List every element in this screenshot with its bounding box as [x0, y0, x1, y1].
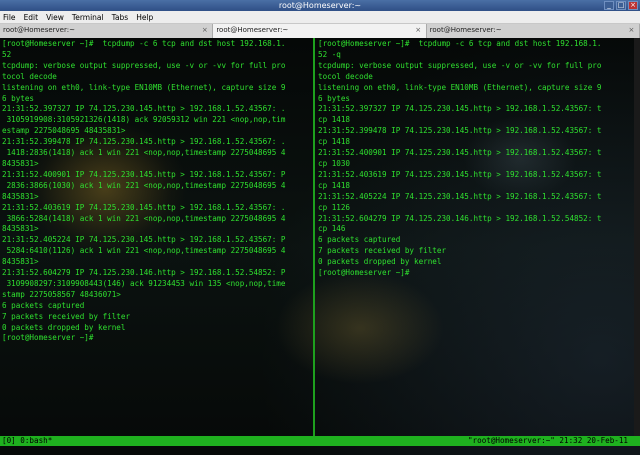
tab-3[interactable]: root@Homeserver:~ ×: [426, 24, 640, 38]
terminal-line: 2836:3866(1030) ack 1 win 221 <nop,nop,t…: [2, 180, 286, 190]
terminal-line: 6 packets captured: [318, 235, 401, 245]
tab-2[interactable]: root@Homeserver:~ ×: [213, 24, 427, 38]
terminal-line: 21:31:52.400901 IP 74.125.230.145.http >…: [2, 169, 286, 179]
terminal-line: 21:31:52.400901 IP 74.125.230.145.http >…: [318, 148, 602, 158]
terminal-line: 52: [2, 49, 12, 59]
terminal-line: tcpdump: verbose output suppressed, use …: [318, 60, 602, 70]
terminal-line: 21:31:52.397327 IP 74.125.230.145.http >…: [318, 104, 602, 114]
terminal-line: 7 packets received by filter: [318, 246, 447, 256]
maximize-button[interactable]: □: [616, 1, 626, 10]
tab-label: root@Homeserver:~: [429, 26, 502, 34]
close-window-button[interactable]: ×: [628, 1, 638, 10]
tab-label: root@Homeserver:~: [3, 26, 75, 34]
menu-help[interactable]: Help: [136, 13, 153, 22]
terminal-line: 5284:6410(1126) ack 1 win 221 <nop,nop,t…: [2, 246, 286, 256]
terminal-line: 21:31:52.397327 IP 74.125.230.145.http >…: [2, 104, 286, 114]
terminal-line: 3109908297:3109908443(146) ack 91234453 …: [2, 278, 286, 288]
terminal-line: 21:31:52.405224 IP 74.125.230.145.http >…: [318, 191, 602, 201]
terminal-line: 0 packets dropped by kernel: [318, 257, 442, 267]
terminal-line: [root@Homeserver ~]#: [318, 268, 415, 278]
terminal-line: 21:31:52.399478 IP 74.125.230.145.http >…: [318, 126, 602, 136]
window-controls: _ □ ×: [604, 1, 638, 10]
terminal-line: 21:31:52.405224 IP 74.125.230.145.http >…: [2, 235, 286, 245]
status-window-list: [0] 0:bash*: [2, 436, 53, 445]
window-title: root@Homeserver:~: [278, 1, 362, 10]
tab-close-icon[interactable]: ×: [414, 26, 423, 35]
tmux-status-bar: [0] 0:bash* "root@Homeserver:~" 21:32 20…: [0, 436, 640, 446]
terminal-line: 6 bytes: [2, 93, 35, 103]
menu-tabs[interactable]: Tabs: [112, 13, 129, 22]
menu-bar: File Edit View Terminal Tabs Help: [0, 11, 640, 24]
terminal-line: [root@Homeserver ~]#: [2, 333, 99, 343]
terminal-line: [root@Homeserver ~]# tcpdump -c 6 tcp an…: [2, 39, 286, 48]
tab-1[interactable]: root@Homeserver:~ ×: [0, 24, 214, 38]
terminal-line: tocol decode: [318, 71, 373, 81]
window-titlebar[interactable]: root@Homeserver:~ _ □ ×: [0, 0, 640, 11]
terminal-line: listening on eth0, link-type EN10MB (Eth…: [318, 82, 602, 92]
terminal-line: 3105919908:3105921326(1418) ack 92059312…: [2, 115, 286, 125]
terminal-line: 0 packets dropped by kernel: [2, 322, 126, 332]
terminal-line: 8435831>: [2, 224, 39, 234]
menu-edit[interactable]: Edit: [24, 13, 39, 22]
terminal-line: 21:31:52.399478 IP 74.125.230.145.http >…: [2, 137, 286, 147]
terminal-line: cp 146: [318, 224, 346, 234]
terminal-line: cp 1418: [318, 180, 351, 190]
terminal-area[interactable]: [root@Homeserver ~]# tcpdump -c 6 tcp an…: [0, 38, 640, 455]
scrollbar[interactable]: [634, 38, 640, 436]
menu-view[interactable]: View: [46, 13, 64, 22]
terminal-line: listening on eth0, link-type EN10MB (Eth…: [2, 82, 286, 92]
terminal-line: stamp 2275058567 48436071>: [2, 289, 121, 299]
terminal-line: 8435831>: [2, 191, 39, 201]
terminal-line: 52 -q: [318, 49, 341, 59]
terminal-line: cp 1418: [318, 137, 351, 147]
terminal-line: 1418:2836(1418) ack 1 win 221 <nop,nop,t…: [2, 148, 286, 158]
right-terminal-pane[interactable]: [root@Homeserver ~]# tcpdump -c 6 tcp an…: [316, 38, 634, 436]
terminal-line: 8435831>: [2, 158, 39, 168]
terminal-line: tcpdump: verbose output suppressed, use …: [2, 60, 286, 70]
pane-divider[interactable]: [313, 38, 315, 436]
tab-label: root@Homeserver:~: [216, 26, 289, 34]
terminal-line: 6 packets captured: [2, 300, 85, 310]
status-host-clock: "root@Homeserver:~" 21:32 20-Feb-11: [467, 436, 628, 445]
menu-terminal[interactable]: Terminal: [72, 13, 104, 22]
terminal-line: tocol decode: [2, 71, 57, 81]
terminal-line: 21:31:52.403619 IP 74.125.230.145.http >…: [318, 169, 602, 179]
terminal-line: 21:31:52.604279 IP 74.125.230.146.http >…: [318, 213, 602, 223]
terminal-line: estamp 2275048695 48435831>: [2, 126, 126, 136]
minimize-button[interactable]: _: [604, 1, 614, 10]
tab-close-icon[interactable]: ×: [200, 26, 209, 35]
tab-close-icon[interactable]: ×: [627, 26, 636, 35]
tab-bar: root@Homeserver:~ × root@Homeserver:~ × …: [0, 24, 640, 38]
terminal-line: cp 1418: [318, 115, 351, 125]
terminal-line: cp 1126: [318, 202, 351, 212]
terminal-line: 3866:5284(1418) ack 1 win 221 <nop,nop,t…: [2, 213, 286, 223]
terminal-line: 21:31:52.604279 IP 74.125.230.146.http >…: [2, 268, 286, 278]
terminal-line: 6 bytes: [318, 93, 351, 103]
left-terminal-pane[interactable]: [root@Homeserver ~]# tcpdump -c 6 tcp an…: [0, 38, 313, 436]
terminal-line: 21:31:52.403619 IP 74.125.230.145.http >…: [2, 202, 286, 212]
menu-file[interactable]: File: [3, 13, 16, 22]
terminal-line: [root@Homeserver ~]# tcpdump -c 6 tcp an…: [318, 39, 602, 48]
terminal-line: cp 1030: [318, 158, 351, 168]
terminal-line: 7 packets received by filter: [2, 311, 131, 321]
terminal-line: 8435831>: [2, 257, 39, 267]
